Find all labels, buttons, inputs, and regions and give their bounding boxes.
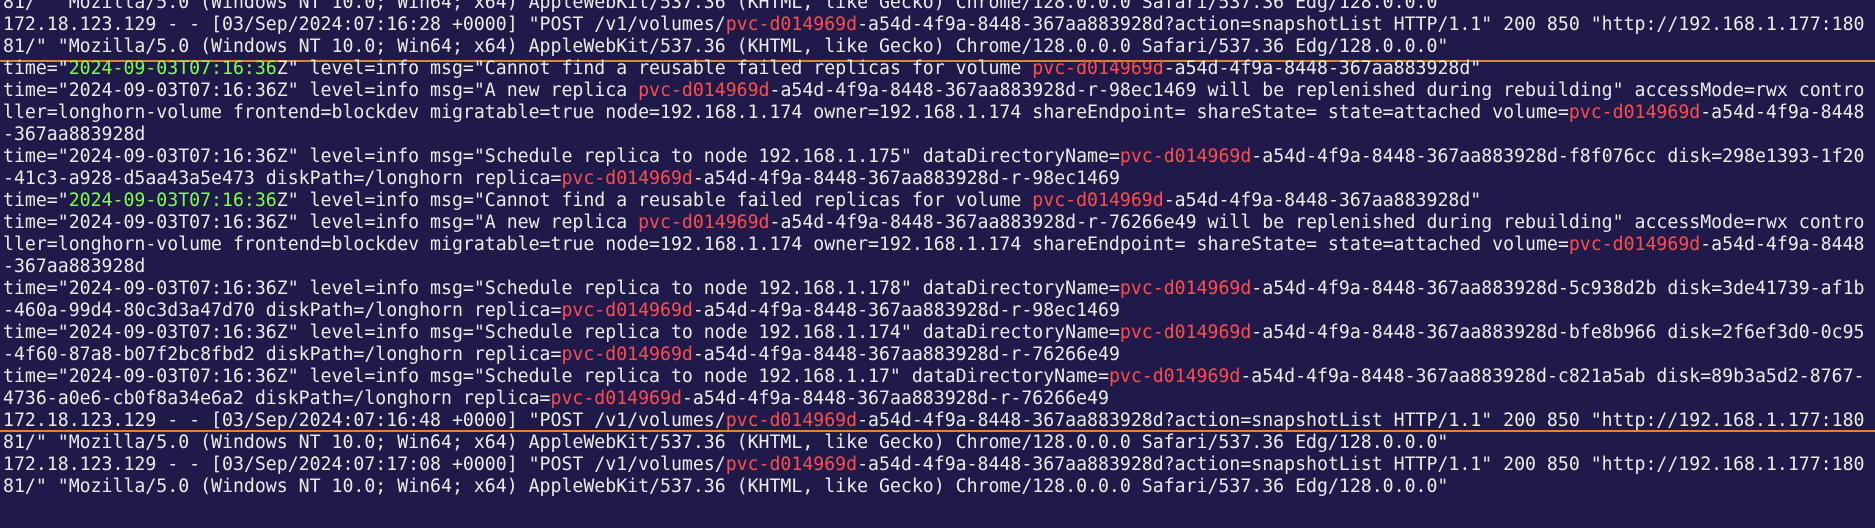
volume-id-highlight: pvc-d014969d	[1032, 190, 1164, 211]
volume-id-highlight: pvc-d014969d	[1119, 146, 1252, 167]
volume-id-highlight: pvc-d014969d	[1568, 102, 1701, 123]
log-line: time="2024-09-03T07:16:36Z" level=info m…	[3, 321, 1865, 345]
log-line: time="2024-09-03T07:16:36Z" level=info m…	[3, 145, 1865, 169]
log-line: -367aa883928d	[3, 123, 145, 147]
volume-id-highlight: pvc-d014969d	[1108, 366, 1241, 387]
log-text: 81/" "Mozilla/5.0 (Windows NT 10.0; Win6…	[3, 476, 1449, 497]
log-text: 4736-a0e6-cb0f8a34e6a2 diskPath=/longhor…	[3, 388, 551, 409]
log-text: -a54d-4f9a-8448	[1700, 234, 1865, 255]
volume-id-highlight: pvc-d014969d	[1119, 278, 1252, 299]
log-text: time="	[3, 58, 69, 79]
log-text: time="2024-09-03T07:16:36Z" level=info m…	[3, 212, 639, 233]
log-line: 172.18.123.129 - - [03/Sep/2024:07:16:48…	[3, 409, 1864, 433]
log-text: -a54d-4f9a-8448-367aa883928d?action=snap…	[857, 14, 1865, 35]
log-line: time="2024-09-03T07:16:36Z" level=info m…	[3, 189, 1481, 213]
log-text: Z" level=info msg="Cannot find a reusabl…	[276, 58, 1033, 79]
log-line: 81/" "Mozilla/5.0 (Windows NT 10.0; Win6…	[3, 431, 1448, 455]
volume-id-highlight: pvc-d014969d	[1119, 322, 1252, 343]
log-text: -367aa883928d	[3, 124, 146, 145]
log-line: 4736-a0e6-cb0f8a34e6a2 diskPath=/longhor…	[3, 387, 1109, 411]
volume-id-highlight: pvc-d014969d	[1032, 58, 1164, 79]
log-text: time="	[3, 190, 69, 211]
log-line: 172.18.123.129 - - [03/Sep/2024:07:16:28…	[3, 13, 1864, 37]
log-line: time="2024-09-03T07:16:36Z" level=info m…	[3, 365, 1864, 389]
log-text: time="2024-09-03T07:16:36Z" level=info m…	[3, 146, 1120, 167]
log-text: -a54d-4f9a-8448	[1700, 102, 1865, 123]
log-line: time="2024-09-03T07:16:36Z" level=info m…	[3, 79, 1864, 103]
log-line: 81/" "Mozilla/5.0 (Windows NT 10.0; Win6…	[3, 35, 1448, 59]
log-text: -a54d-4f9a-8448-367aa883928d"	[1163, 190, 1482, 211]
log-text: -a54d-4f9a-8448-367aa883928d-bfe8b966 di…	[1251, 322, 1865, 343]
log-text: -a54d-4f9a-8448-367aa883928d-f8f076cc di…	[1251, 146, 1865, 167]
log-line: -4f60-87a8-b07f2bc8fbd2 diskPath=/longho…	[3, 343, 1120, 367]
log-line: ller=longhorn-volume frontend=blockdev m…	[3, 101, 1864, 125]
volume-id-highlight: pvc-d014969d	[561, 344, 693, 365]
log-text: Z" level=info msg="Cannot find a reusabl…	[276, 190, 1033, 211]
volume-id-highlight: pvc-d014969d	[561, 168, 693, 189]
log-text: -a54d-4f9a-8448-367aa883928d?action=snap…	[857, 410, 1865, 431]
log-text: -4f60-87a8-b07f2bc8fbd2 diskPath=/longho…	[3, 344, 562, 365]
log-text: -a54d-4f9a-8448-367aa883928d-5c938d2b di…	[1251, 278, 1865, 299]
log-text: -a54d-4f9a-8448-367aa883928d-c821a5ab di…	[1240, 366, 1865, 387]
log-text: 172.18.123.129 - - [03/Sep/2024:07:16:28…	[3, 14, 726, 35]
log-text: -a54d-4f9a-8448-367aa883928d-r-76266e49	[681, 388, 1109, 409]
log-text: 172.18.123.129 - - [03/Sep/2024:07:16:48…	[3, 410, 726, 431]
log-line: time="2024-09-03T07:16:36Z" level=info m…	[3, 211, 1864, 235]
log-line: time="2024-09-03T07:16:36Z" level=info m…	[3, 277, 1865, 301]
terminal-log-view[interactable]: 81/" "Mozilla/5.0 (Windows NT 10.0; Win6…	[0, 0, 1875, 528]
log-text: time="2024-09-03T07:16:36Z" level=info m…	[3, 322, 1120, 343]
volume-id-highlight: pvc-d014969d	[725, 410, 858, 431]
log-text: -41c3-a928-d5aa43a5e473 diskPath=/longho…	[3, 168, 562, 189]
log-line: time="2024-09-03T07:16:36Z" level=info m…	[3, 57, 1481, 81]
timestamp-highlight: 2024-09-03T07:16:36	[68, 190, 277, 211]
log-text: 81/" "Mozilla/5.0 (Windows NT 10.0; Win6…	[3, 432, 1449, 453]
log-text: -367aa883928d	[3, 256, 146, 277]
log-text: -460a-99d4-80c3d3a47d70 diskPath=/longho…	[3, 300, 562, 321]
volume-id-highlight: pvc-d014969d	[1568, 234, 1701, 255]
volume-id-highlight: pvc-d014969d	[725, 14, 858, 35]
log-text: -a54d-4f9a-8448-367aa883928d-r-98ec1469	[692, 168, 1120, 189]
volume-id-highlight: pvc-d014969d	[550, 388, 682, 409]
log-text: 81/" "Mozilla/5.0 (Windows NT 10.0; Win6…	[3, 0, 1449, 13]
log-text: time="2024-09-03T07:16:36Z" level=info m…	[3, 366, 1109, 387]
log-line: ller=longhorn-volume frontend=blockdev m…	[3, 233, 1864, 257]
log-text: -a54d-4f9a-8448-367aa883928d-r-98ec1469	[692, 300, 1120, 321]
volume-id-highlight: pvc-d014969d	[725, 454, 858, 475]
log-line: -460a-99d4-80c3d3a47d70 diskPath=/longho…	[3, 299, 1120, 323]
log-line: 81/" "Mozilla/5.0 (Windows NT 10.0; Win6…	[3, 475, 1448, 499]
log-line: -367aa883928d	[3, 255, 145, 279]
log-text: ller=longhorn-volume frontend=blockdev m…	[3, 234, 1569, 255]
log-text: -a54d-4f9a-8448-367aa883928d-r-76266e49	[692, 344, 1120, 365]
log-text: -a54d-4f9a-8448-367aa883928d-r-76266e49 …	[769, 212, 1865, 233]
log-text: 172.18.123.129 - - [03/Sep/2024:07:17:08…	[3, 454, 726, 475]
log-text: -a54d-4f9a-8448-367aa883928d-r-98ec1469 …	[769, 80, 1865, 101]
log-text: time="2024-09-03T07:16:36Z" level=info m…	[3, 278, 1120, 299]
log-text: ller=longhorn-volume frontend=blockdev m…	[3, 102, 1569, 123]
log-text: -a54d-4f9a-8448-367aa883928d"	[1163, 58, 1482, 79]
timestamp-highlight: 2024-09-03T07:16:36	[68, 58, 277, 79]
volume-id-highlight: pvc-d014969d	[561, 300, 693, 321]
volume-id-highlight: pvc-d014969d	[638, 212, 770, 233]
log-text: -a54d-4f9a-8448-367aa883928d?action=snap…	[857, 454, 1865, 475]
log-line: 172.18.123.129 - - [03/Sep/2024:07:17:08…	[3, 453, 1864, 477]
log-text: 81/" "Mozilla/5.0 (Windows NT 10.0; Win6…	[3, 36, 1449, 57]
log-text: time="2024-09-03T07:16:36Z" level=info m…	[3, 80, 639, 101]
volume-id-highlight: pvc-d014969d	[638, 80, 770, 101]
log-line: -41c3-a928-d5aa43a5e473 diskPath=/longho…	[3, 167, 1120, 191]
